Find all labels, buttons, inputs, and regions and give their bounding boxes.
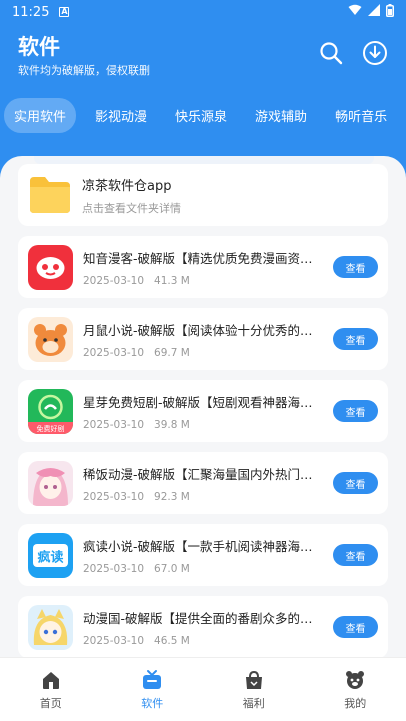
header: 软件 软件均为破解版，侵权联删 bbox=[0, 24, 406, 80]
content-sheet: 凉茶软件仓app 点击查看文件夹详情 知音漫客-破解版【精选优质免费漫画资源，上… bbox=[0, 156, 406, 721]
folder-subtitle: 点击查看文件夹详情 bbox=[82, 201, 181, 215]
app-date: 2025-03-10 bbox=[83, 562, 145, 575]
app-size: 67.0 M bbox=[154, 562, 190, 575]
list-item[interactable]: 疯读 疯读小说-破解版【一款手机阅读神器海量小说... 2025-03-10 67… bbox=[18, 524, 388, 586]
list-item[interactable]: 知音漫客-破解版【精选优质免费漫画资源，上千部... 2025-03-10 41.… bbox=[18, 236, 388, 298]
app-icon-xifan bbox=[28, 460, 73, 506]
profile-icon bbox=[344, 669, 366, 691]
app-date: 2025-03-10 bbox=[83, 490, 145, 503]
app-date: 2025-03-10 bbox=[83, 346, 145, 359]
app-size: 46.5 M bbox=[154, 634, 190, 647]
app-list: 凉茶软件仓app 点击查看文件夹详情 知音漫客-破解版【精选优质免费漫画资源，上… bbox=[18, 164, 388, 668]
tab-utility[interactable]: 实用软件 bbox=[4, 97, 77, 133]
search-icon[interactable] bbox=[318, 40, 344, 66]
nav-home[interactable]: 首页 bbox=[0, 658, 102, 721]
tab-music[interactable]: 畅听音乐 bbox=[326, 99, 396, 132]
app-size: 41.3 M bbox=[154, 274, 190, 287]
app-icon-zhiyin bbox=[28, 244, 73, 290]
list-item[interactable]: 稀饭动漫-破解版【汇聚海量国内外热门动漫资源... 2025-03-10 92.3… bbox=[18, 452, 388, 514]
home-icon bbox=[40, 669, 62, 691]
category-tabs: 实用软件 影视动漫 快乐源泉 游戏辅助 畅听音乐 bbox=[0, 96, 406, 134]
app-title: 知音漫客-破解版【精选优质免费漫画资源，上千部... bbox=[83, 250, 323, 266]
bottom-nav: 首页 软件 福利 我的 bbox=[0, 657, 406, 721]
app-size: 92.3 M bbox=[154, 490, 190, 503]
view-button[interactable]: 查看 bbox=[333, 256, 378, 278]
view-button[interactable]: 查看 bbox=[333, 616, 378, 638]
wifi-icon bbox=[348, 4, 362, 20]
app-icon-fengdu: 疯读 bbox=[28, 532, 73, 578]
nav-label: 福利 bbox=[242, 696, 265, 710]
app-title: 星芽免费短剧-破解版【短剧观看神器海量短剧... bbox=[83, 394, 323, 410]
battery-icon bbox=[386, 3, 394, 21]
app-title: 稀饭动漫-破解版【汇聚海量国内外热门动漫资源... bbox=[83, 466, 323, 482]
tab-game-assist[interactable]: 游戏辅助 bbox=[246, 99, 316, 132]
view-button[interactable]: 查看 bbox=[333, 544, 378, 566]
sim-icon: A bbox=[59, 7, 70, 17]
download-icon[interactable] bbox=[362, 40, 388, 66]
folder-title: 凉茶软件仓app bbox=[82, 178, 172, 194]
nav-label: 我的 bbox=[344, 696, 367, 710]
app-icon-yueshu bbox=[28, 316, 73, 362]
signal-icon bbox=[368, 4, 380, 20]
app-title: 月鼠小说-破解版【阅读体验十分优秀的小说阅读器... bbox=[83, 322, 323, 338]
app-icon-xingya: 免费好剧 bbox=[28, 388, 73, 434]
status-bar: 11:25 A bbox=[0, 0, 406, 24]
nav-welfare[interactable]: 福利 bbox=[203, 658, 305, 721]
list-item[interactable]: 动漫国-破解版【提供全面的番剧众多的动漫资源... 2025-03-10 46.5… bbox=[18, 596, 388, 658]
view-button[interactable]: 查看 bbox=[333, 400, 378, 422]
software-icon bbox=[141, 669, 163, 691]
tab-fun[interactable]: 快乐源泉 bbox=[166, 99, 236, 132]
nav-profile[interactable]: 我的 bbox=[305, 658, 406, 721]
view-button[interactable]: 查看 bbox=[333, 472, 378, 494]
nav-label: 首页 bbox=[39, 696, 62, 710]
banner-placeholder bbox=[34, 156, 374, 164]
app-icon-dongmanguo bbox=[28, 604, 73, 650]
gift-bag-icon bbox=[243, 669, 265, 691]
app-title: 动漫国-破解版【提供全面的番剧众多的动漫资源... bbox=[83, 610, 323, 626]
list-item[interactable]: 免费好剧 星芽免费短剧-破解版【短剧观看神器海量短剧... 2025-03-10… bbox=[18, 380, 388, 442]
folder-icon bbox=[28, 175, 72, 215]
app-title: 疯读小说-破解版【一款手机阅读神器海量小说... bbox=[83, 538, 323, 554]
app-date: 2025-03-10 bbox=[83, 418, 145, 431]
app-size: 39.8 M bbox=[154, 418, 190, 431]
view-button[interactable]: 查看 bbox=[333, 328, 378, 350]
status-time: 11:25 bbox=[12, 4, 50, 20]
app-date: 2025-03-10 bbox=[83, 274, 145, 287]
list-item[interactable]: 月鼠小说-破解版【阅读体验十分优秀的小说阅读器... 2025-03-10 69.… bbox=[18, 308, 388, 370]
app-date: 2025-03-10 bbox=[83, 634, 145, 647]
nav-software[interactable]: 软件 bbox=[102, 658, 204, 721]
nav-label: 软件 bbox=[141, 696, 164, 710]
tab-video-anime[interactable]: 影视动漫 bbox=[86, 99, 156, 132]
app-icon-text: 免费好剧 bbox=[37, 424, 65, 433]
folder-card[interactable]: 凉茶软件仓app 点击查看文件夹详情 bbox=[18, 164, 388, 226]
app-icon-text: 疯读 bbox=[37, 549, 63, 565]
app-size: 69.7 M bbox=[154, 346, 190, 359]
